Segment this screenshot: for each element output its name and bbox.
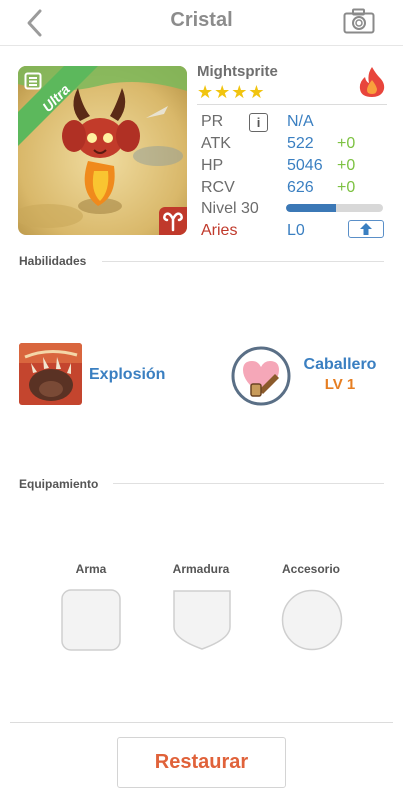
heart-shield-icon [231, 346, 291, 406]
level-label: Nivel 30 [201, 200, 259, 217]
armor-slot-shape [173, 590, 231, 650]
atk-value: 522 [287, 135, 314, 152]
monster-detail-screen: Cristal Ultra Mightsprite ★★★★ PR i N/A … [0, 0, 403, 800]
pr-value: N/A [287, 113, 314, 130]
armor-label: Armadura [172, 562, 230, 576]
rcv-bonus: +0 [337, 179, 356, 196]
card-icon [24, 72, 42, 90]
sign-level: L0 [287, 222, 305, 239]
weapon-label: Arma [75, 562, 107, 576]
camera-icon [343, 8, 375, 34]
rcv-value: 626 [287, 179, 314, 196]
hp-label: HP [201, 157, 224, 174]
weapon-slot[interactable] [61, 589, 121, 656]
upgrade-button[interactable] [348, 220, 384, 238]
equipment-section-title: Equipamiento [19, 477, 99, 491]
stat-row-hp: HP 5046 +0 [201, 156, 381, 176]
header-bar: Cristal [0, 0, 403, 46]
weapon-slot-shape [61, 589, 121, 651]
accessory-label: Accesorio [281, 562, 341, 576]
level-progress-fill [286, 204, 337, 212]
bottom-divider [10, 722, 393, 723]
atk-bonus: +0 [337, 135, 356, 152]
hp-bonus: +0 [337, 157, 356, 174]
arrow-up-icon [360, 223, 372, 235]
accessory-slot-shape [281, 589, 343, 651]
leader-skill-level: LV 1 [324, 376, 356, 393]
section-divider [102, 261, 384, 262]
rarity-stars: ★★★★ [197, 82, 266, 102]
skills-section-title: Habilidades [19, 254, 87, 268]
stat-row-level: Nivel 30 [201, 199, 291, 219]
stat-row-rcv: RCV 626 +0 [201, 178, 381, 198]
pr-label: PR [201, 113, 224, 130]
hp-value: 5046 [287, 157, 323, 174]
stat-row-pr: PR i N/A [201, 112, 381, 132]
sign-label: Aries [201, 222, 238, 239]
level-progress-bar [286, 204, 383, 212]
active-skill-icon[interactable] [19, 343, 82, 405]
leader-skill-icon[interactable] [231, 346, 291, 406]
camera-button[interactable] [343, 8, 375, 34]
accessory-slot[interactable] [281, 589, 343, 656]
rcv-label: RCV [201, 179, 235, 196]
divider [197, 104, 387, 105]
monster-name: Mightsprite [197, 63, 278, 80]
info-icon[interactable]: i [249, 113, 268, 132]
claw-icon [19, 343, 82, 405]
atk-label: ATK [201, 135, 231, 152]
armor-slot[interactable] [172, 589, 232, 656]
leader-skill-name[interactable]: Caballero [300, 356, 380, 374]
monster-portrait[interactable]: Ultra [18, 66, 187, 235]
stat-row-atk: ATK 522 +0 [201, 134, 381, 154]
aries-icon [159, 207, 187, 235]
fire-icon [358, 66, 386, 98]
section-divider [113, 483, 384, 484]
restore-button[interactable]: Restaurar [117, 737, 286, 788]
active-skill-name[interactable]: Explosión [89, 366, 165, 384]
